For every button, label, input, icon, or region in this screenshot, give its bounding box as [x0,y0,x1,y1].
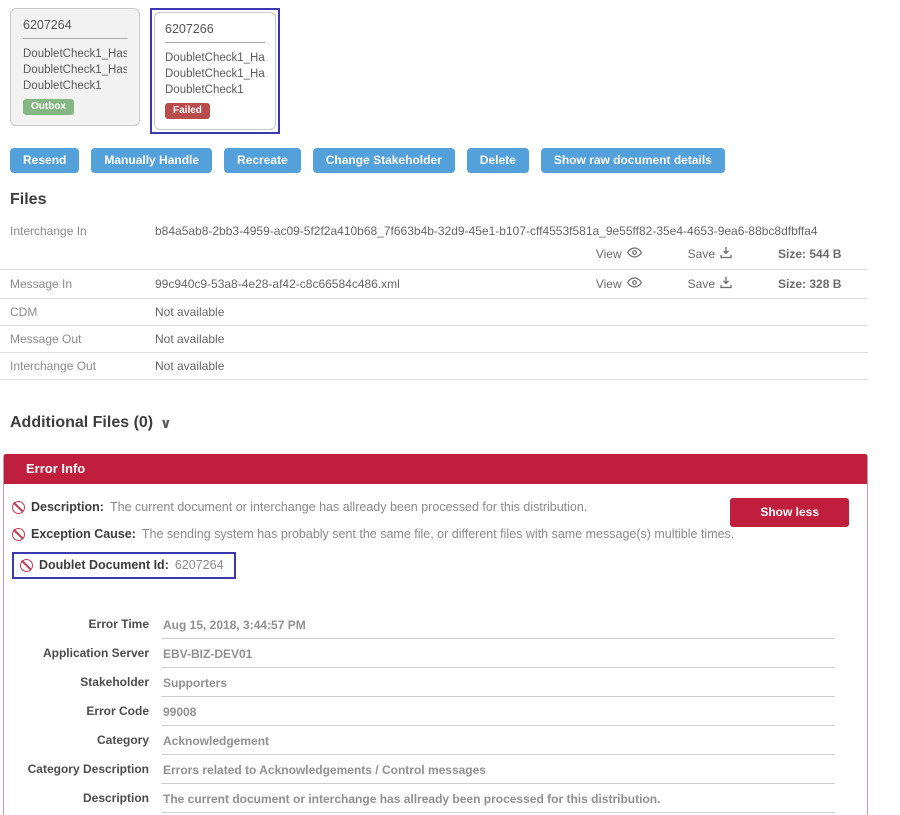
field-value: 99008 [161,700,835,726]
field-row-error-time: Error Time Aug 15, 2018, 3:44:57 PM [12,613,835,639]
document-card-line: DoubletCheck1 [165,82,265,98]
page: 6207264 DoubletCheck1_HashV... DoubletCh… [0,0,900,815]
recreate-button[interactable]: Recreate [224,148,301,173]
field-value: Aug 15, 2018, 3:44:57 PM [161,613,835,639]
doublet-document-id-box[interactable]: Doublet Document Id: 6207264 [12,552,236,579]
field-row-stakeholder: Stakeholder Supporters [12,671,835,697]
delete-button[interactable]: Delete [467,148,529,173]
card-divider [165,42,265,43]
field-row-description: Description The current document or inte… [12,787,835,813]
file-row-label: Message Out [0,332,155,346]
document-id: 6207264 [23,18,127,32]
document-card-line: DoubletCheck1 [23,78,127,94]
document-card[interactable]: 6207266 DoubletCheck1_HashV... DoubletCh… [154,12,276,130]
note-label: Doublet Document Id: [39,558,169,572]
file-size: Size: 544 B [778,247,868,261]
field-label: Category [12,729,149,755]
error-info-panel: Error Info Show less Description: The cu… [3,454,868,815]
note-text: The sending system has probably sent the… [142,527,734,541]
eye-icon [627,277,642,291]
status-badge: Failed [165,103,210,119]
view-link[interactable]: View [596,247,642,261]
field-value: Errors related to Acknowledgements / Con… [161,758,835,784]
file-row-label: Message In [0,277,155,291]
prohibited-icon [12,501,25,514]
document-card-line: DoubletCheck1_HashV... [165,66,265,82]
doublet-document-id-value: 6207264 [175,558,224,572]
field-row-category-description: Category Description Errors related to A… [12,758,835,784]
save-link-label: Save [688,277,715,291]
note-text: The current document or interchange has … [110,500,587,514]
field-value: Acknowledgement [161,729,835,755]
field-row-error-code: Error Code 99008 [12,700,835,726]
prohibited-icon [20,559,33,572]
action-toolbar: Resend Manually Handle Recreate Change S… [0,134,900,173]
file-row-label: CDM [0,305,155,319]
file-size: Size: 328 B [778,277,868,291]
document-card-line: DoubletCheck1_HashV... [23,46,127,62]
error-fields-list: Error Time Aug 15, 2018, 3:44:57 PM Appl… [12,613,849,815]
document-card-line: DoubletCheck1_HashV... [165,50,265,66]
card-divider [23,38,127,39]
download-icon [720,276,732,292]
chevron-down-icon: ∨ [160,415,171,432]
note-label: Exception Cause: [31,527,136,541]
file-row-interchange-out: Interchange Out Not available [0,353,868,380]
additional-files-toggle[interactable]: Additional Files (0) ∨ [0,414,900,432]
status-badge: Outbox [23,99,74,115]
file-row-interchange-in: Interchange In b84a5ab8-2bb3-4959-ac09-5… [0,218,868,270]
file-row-value: 99c940c9-53a8-4e28-af42-c8c66584c486.xml [155,277,596,291]
field-value: EBV-BIZ-DEV01 [161,642,835,668]
view-link-label: View [596,277,622,291]
field-label: Category Description [12,758,149,784]
file-row-message-in: Message In 99c940c9-53a8-4e28-af42-c8c66… [0,270,868,299]
field-label: Description [12,787,149,813]
files-heading: Files [0,191,868,209]
change-stakeholder-button[interactable]: Change Stakeholder [313,148,455,173]
file-row-value: Not available [155,305,868,319]
save-link[interactable]: Save [688,246,732,262]
manually-handle-button[interactable]: Manually Handle [91,148,212,173]
field-label: Error Code [12,700,149,726]
document-card-list: 6207264 DoubletCheck1_HashV... DoubletCh… [0,0,900,134]
field-value: Supporters [161,671,835,697]
selected-document-card[interactable]: 6207266 DoubletCheck1_HashV... DoubletCh… [150,8,280,134]
eye-icon [627,247,642,261]
save-link[interactable]: Save [688,276,732,292]
download-icon [720,246,732,262]
error-info-header: Error Info [4,454,867,484]
file-row-label: Interchange In [0,224,155,238]
note-label: Description: [31,500,104,514]
prohibited-icon [12,528,25,541]
resend-button[interactable]: Resend [10,148,79,173]
error-exception-cause-line: Exception Cause: The sending system has … [12,525,849,543]
show-less-button[interactable]: Show less [730,498,849,527]
field-value: The current document or interchange has … [161,787,835,813]
document-card-line: DoubletCheck1_HashV... [23,62,127,78]
document-id: 6207266 [165,22,265,36]
view-link[interactable]: View [596,277,642,291]
error-info-body: Show less Description: The current docum… [4,484,867,815]
field-row-category: Category Acknowledgement [12,729,835,755]
field-label: Application Server [12,642,149,668]
file-row-label: Interchange Out [0,359,155,373]
save-link-label: Save [688,247,715,261]
file-row-value: Not available [155,332,868,346]
additional-files-heading: Additional Files (0) [10,414,153,432]
field-label: Stakeholder [12,671,149,697]
error-description-line: Description: The current document or int… [12,498,849,516]
files-section: Files Interchange In b84a5ab8-2bb3-4959-… [0,191,868,380]
field-row-application-server: Application Server EBV-BIZ-DEV01 [12,642,835,668]
file-row-cdm: CDM Not available [0,299,868,326]
field-label: Error Time [12,613,149,639]
file-row-value: b84a5ab8-2bb3-4959-ac09-5f2f2a410b68_7f6… [155,224,868,238]
file-row-value: Not available [155,359,868,373]
show-raw-document-details-button[interactable]: Show raw document details [541,148,725,173]
document-card[interactable]: 6207264 DoubletCheck1_HashV... DoubletCh… [10,8,140,126]
file-row-message-out: Message Out Not available [0,326,868,353]
view-link-label: View [596,247,622,261]
